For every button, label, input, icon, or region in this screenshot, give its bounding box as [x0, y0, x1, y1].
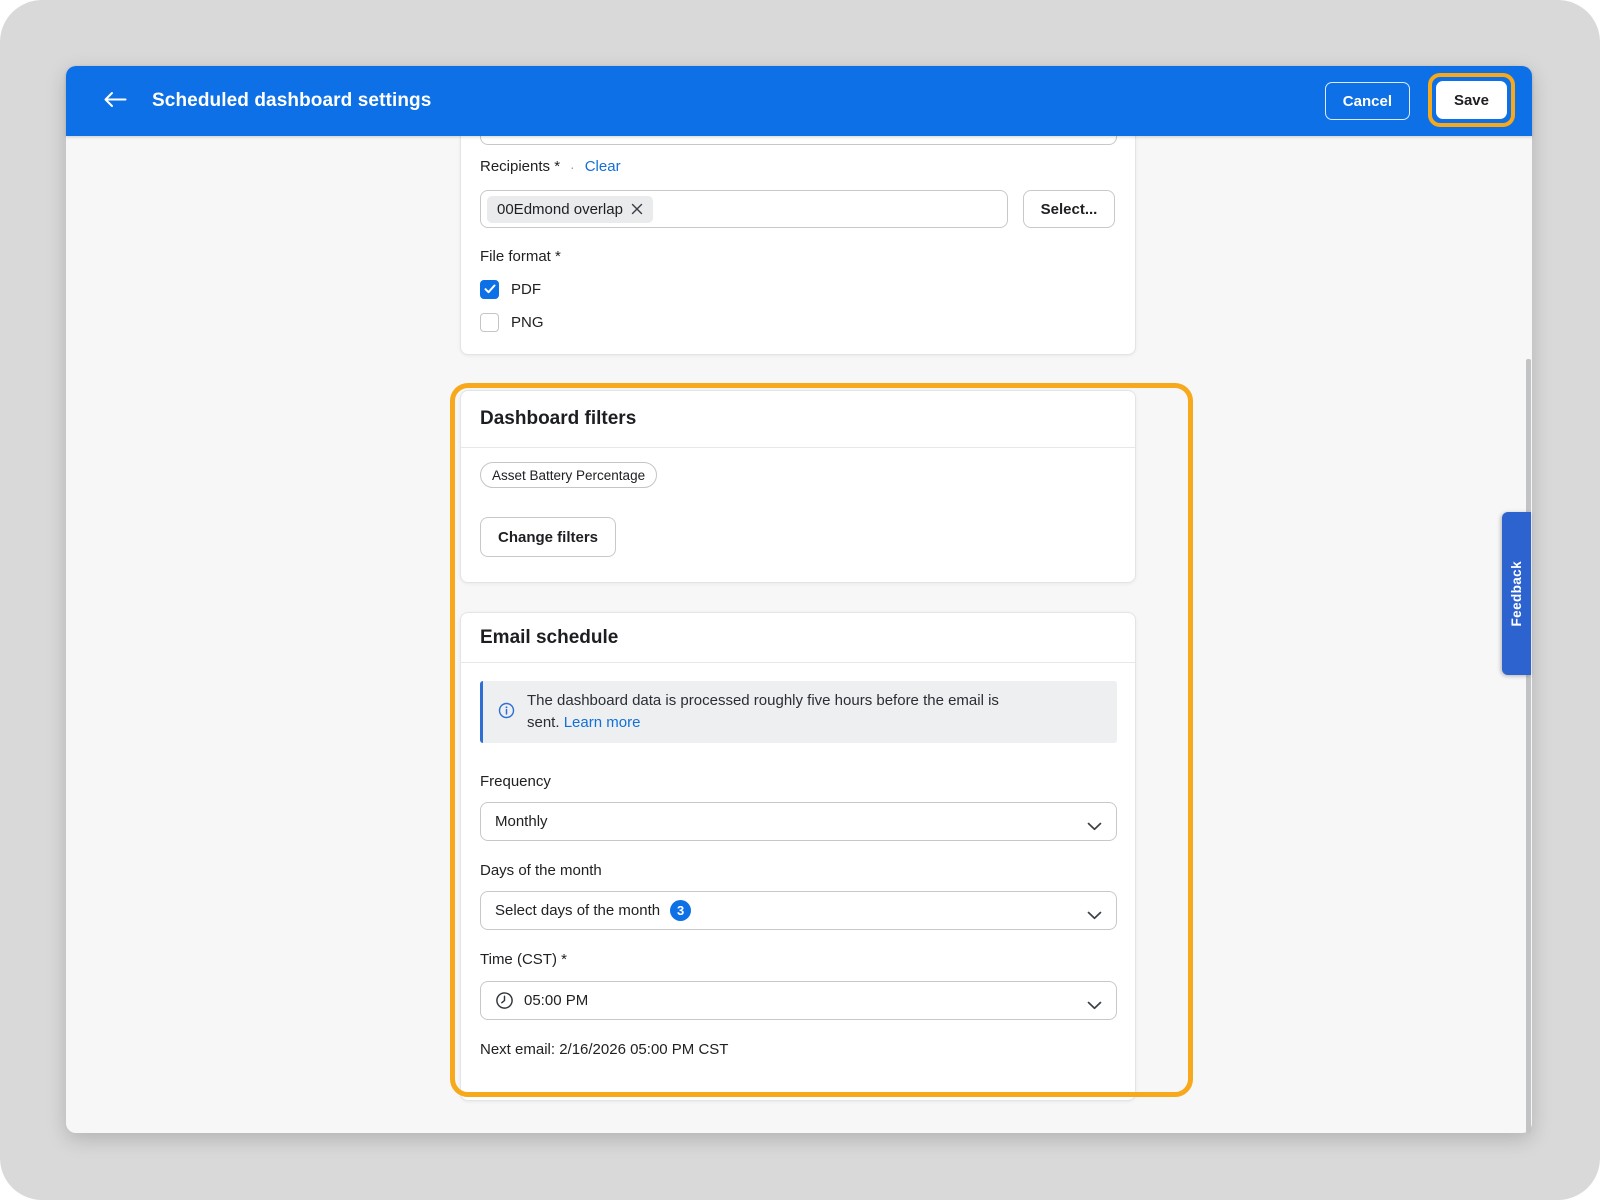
dashboard-filters-title: Dashboard filters [461, 391, 1135, 448]
chevron-down-icon [1087, 997, 1102, 1014]
recipient-chip: 00Edmond overlap [487, 196, 653, 223]
check-icon [484, 281, 496, 298]
back-button[interactable] [102, 89, 128, 113]
png-label: PNG [511, 314, 544, 331]
frequency-select[interactable]: Monthly [480, 802, 1117, 841]
info-line2: sent. [527, 714, 560, 731]
days-count-badge: 3 [670, 900, 691, 921]
recipient-chip-label: 00Edmond overlap [497, 201, 623, 218]
time-select[interactable]: 05:00 PM [480, 981, 1117, 1020]
feedback-tab[interactable]: Feedback [1502, 512, 1531, 675]
format-row-pdf: PDF [480, 280, 541, 299]
info-line1: The dashboard data is processed roughly … [527, 692, 999, 709]
recipients-label-row: Recipients * · Clear [480, 158, 621, 175]
next-email-text: Next email: 2/16/2026 05:00 PM CST [480, 1041, 728, 1058]
feedback-tab-label: Feedback [1509, 561, 1524, 626]
recipients-input[interactable]: 00Edmond overlap [480, 190, 1008, 228]
time-value: 05:00 PM [524, 992, 588, 1009]
dashboard-filters-card: Dashboard filters Asset Battery Percenta… [460, 390, 1136, 583]
info-icon [498, 702, 515, 724]
file-format-label: File format * [480, 248, 561, 265]
page-title: Scheduled dashboard settings [152, 66, 431, 136]
days-of-month-value: Select days of the month [495, 902, 660, 919]
days-of-month-label: Days of the month [480, 862, 602, 879]
save-highlight-ring: Save [1428, 73, 1515, 127]
email-schedule-title: Email schedule [461, 613, 1135, 663]
recipients-label: Recipients * [480, 158, 560, 175]
days-of-month-select[interactable]: Select days of the month 3 [480, 891, 1117, 930]
arrow-left-icon [103, 96, 127, 111]
clear-recipients-link[interactable]: Clear [585, 158, 621, 175]
schedule-settings-card: Recipients * · Clear 00Edmond overlap Se… [460, 136, 1136, 355]
email-schedule-card: Email schedule The dashboard data is pro… [460, 612, 1136, 1101]
select-recipients-button[interactable]: Select... [1023, 190, 1115, 228]
format-row-png: PNG [480, 313, 544, 332]
app-header: Scheduled dashboard settings Cancel Save [66, 66, 1532, 136]
learn-more-link[interactable]: Learn more [564, 714, 641, 731]
time-label: Time (CST) * [480, 951, 567, 968]
clock-icon [495, 991, 514, 1010]
change-filters-button[interactable]: Change filters [480, 517, 616, 557]
pdf-checkbox[interactable] [480, 280, 499, 299]
info-banner: The dashboard data is processed roughly … [480, 681, 1117, 743]
info-banner-text: The dashboard data is processed roughly … [527, 690, 999, 734]
frequency-value: Monthly [495, 813, 548, 830]
remove-recipient-icon[interactable] [631, 203, 643, 215]
chevron-down-icon [1087, 907, 1102, 924]
frequency-label: Frequency [480, 773, 551, 790]
save-button[interactable]: Save [1436, 81, 1507, 119]
filter-chip: Asset Battery Percentage [480, 462, 657, 488]
pdf-label: PDF [511, 281, 541, 298]
scrollbar-thumb[interactable] [1526, 359, 1531, 1133]
cancel-button[interactable]: Cancel [1325, 82, 1410, 120]
chevron-down-icon [1087, 818, 1102, 835]
truncated-input[interactable] [480, 136, 1117, 145]
label-separator: · [570, 159, 575, 175]
png-checkbox[interactable] [480, 313, 499, 332]
app-window: Scheduled dashboard settings Cancel Save… [66, 66, 1532, 1133]
